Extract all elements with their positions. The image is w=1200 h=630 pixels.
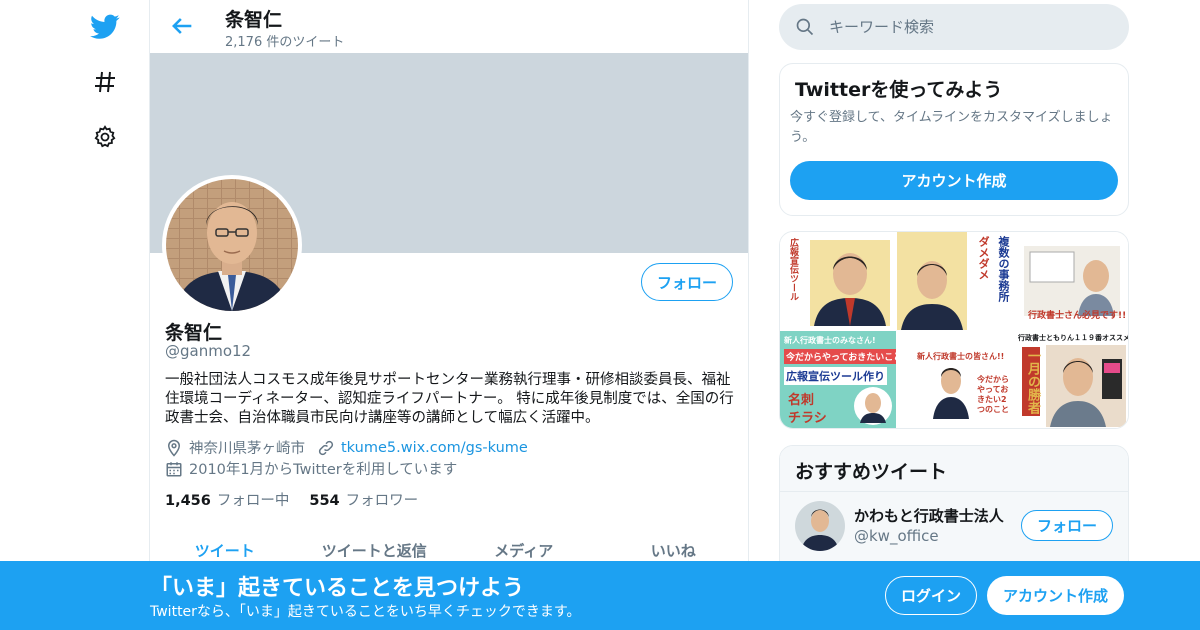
followers-count: 554 — [309, 493, 340, 509]
profile-column: 条智仁 2,176 件のツイート フォロー 条智仁 @ganmo12 一般社団法… — [149, 0, 749, 630]
recommended-header: おすすめツイート — [780, 446, 1128, 492]
recommended-account-name: かわもと行政書士法人 — [854, 507, 1004, 525]
calendar-icon — [165, 460, 183, 478]
followers-stat[interactable]: 554 フォロワー — [309, 489, 418, 510]
header-tweet-count: 2,176 件のツイート — [225, 35, 345, 50]
profile-stats: 1,456 フォロー中 554 フォロワー — [165, 489, 418, 510]
location-pin-icon — [165, 439, 183, 457]
thumbnail-caption: ダメダメ — [977, 236, 990, 280]
avatar — [795, 501, 845, 551]
media-grid-card: 広報宣伝ツール ダメダメ 複数の事務所 行政書士さん必見です!! 新人行政書士の… — [779, 231, 1129, 429]
recommended-card: おすすめツイート かわもと行政書士法人 @kw_office フォロー — [779, 445, 1129, 575]
thumbnail-caption: 今だからやっておきたい2つのこと — [977, 375, 1009, 414]
signup-card-title: Twitterを使ってみよう — [795, 79, 1003, 101]
back-arrow-icon[interactable] — [168, 12, 196, 40]
bottom-bar-subtitle: Twitterなら、「いま」起きていることをいち早くチェックできます。 — [150, 604, 581, 620]
search-box[interactable] — [779, 4, 1129, 50]
signup-card: Twitterを使ってみよう 今すぐ登録して、タイムラインをカスタマイズしましょ… — [779, 63, 1129, 216]
following-count: 1,456 — [165, 493, 211, 509]
page: 条智仁 2,176 件のツイート フォロー 条智仁 @ganmo12 一般社団法… — [0, 0, 1200, 630]
bottom-create-account-button[interactable]: アカウント作成 — [987, 576, 1124, 615]
search-icon — [795, 17, 815, 37]
profile-meta-row: 神奈川県茅ヶ崎市 tkume5.wix.com/gs-kume — [165, 437, 528, 458]
thumbnail-caption: 新人行政書士の皆さん!! — [917, 352, 1005, 361]
media-thumbnail[interactable]: 行政書士さん必見です!! — [1014, 232, 1128, 330]
profile-handle: @ganmo12 — [165, 342, 252, 360]
followers-label: フォロワー — [345, 493, 419, 509]
profile-url-link[interactable]: tkume5.wix.com/gs-kume — [341, 440, 528, 456]
media-thumbnail[interactable]: 新人行政書士のみなさん! 今だからやっておきたいこと 広報宣伝ツール作り 名刺 … — [780, 331, 896, 428]
media-thumbnail[interactable]: 新人行政書士の皆さん!! 今だからやっておきたい2つのこと — [897, 331, 1013, 428]
profile-avatar[interactable] — [162, 175, 302, 315]
thumbnail-caption: 行政書士さん必見です!! — [1028, 311, 1127, 321]
avatar-photo — [166, 179, 298, 311]
profile-joined: 2010年1月からTwitterを利用しています — [189, 462, 458, 478]
profile-name: 条智仁 — [165, 322, 223, 344]
thumbnail-caption: 複数の事務所 — [997, 236, 1010, 302]
login-button[interactable]: ログイン — [885, 576, 977, 615]
profile-location: 神奈川県茅ヶ崎市 — [189, 441, 305, 457]
thumbnail-caption: 名刺 — [788, 393, 815, 408]
bottom-signup-bar: 「いま」起きていることを見つけよう Twitterなら、「いま」起きていることを… — [0, 561, 1200, 630]
search-input[interactable] — [829, 14, 1109, 40]
follow-button[interactable]: フォロー — [641, 263, 733, 301]
thumbnail-caption: 新人行政書士のみなさん! — [784, 336, 876, 345]
thumbnail-caption: 今だからやっておきたいこと — [784, 349, 896, 364]
profile-joined-row: 2010年1月からTwitterを利用しています — [165, 458, 457, 479]
following-label: フォロー中 — [216, 493, 290, 509]
twitter-bird-icon[interactable] — [90, 12, 120, 42]
profile-header: 条智仁 2,176 件のツイート — [150, 0, 748, 53]
bottom-bar-title: 「いま」起きていることを見つけよう — [150, 576, 525, 601]
media-thumbnail[interactable]: 広報宣伝ツール — [780, 232, 896, 330]
recommended-title: おすすめツイート — [795, 461, 948, 483]
gear-icon[interactable] — [90, 122, 120, 152]
hashtag-icon[interactable] — [90, 67, 120, 97]
left-nav — [80, 0, 150, 630]
thumbnail-caption: 広報宣伝ツール作り — [784, 367, 887, 385]
recommended-follow-button[interactable]: フォロー — [1021, 510, 1113, 541]
recommended-account-handle: @kw_office — [854, 527, 939, 545]
create-account-button[interactable]: アカウント作成 — [790, 161, 1118, 200]
link-icon — [317, 439, 335, 457]
media-grid: 広報宣伝ツール ダメダメ 複数の事務所 行政書士さん必見です!! 新人行政書士の… — [780, 232, 1129, 428]
thumbnail-caption: チラシ — [788, 411, 827, 426]
thumbnail-caption: 一月の勝者 — [1022, 347, 1040, 416]
media-thumbnail[interactable]: ダメダメ 複数の事務所 — [897, 232, 1013, 330]
header-name: 条智仁 — [225, 9, 283, 31]
profile-bio: 一般社団法人コスモス成年後見サポートセンター業務執行理事・研修相談委員長、福祉住… — [165, 372, 734, 426]
thumbnail-caption: 行政書士ともりん１１９番オススメ — [1018, 334, 1129, 342]
thumbnail-caption: 広報宣伝ツール — [788, 238, 798, 301]
signup-card-description: 今すぐ登録して、タイムラインをカスタマイズしましょう。 — [790, 110, 1113, 145]
following-stat[interactable]: 1,456 フォロー中 — [165, 489, 289, 510]
media-thumbnail[interactable]: 行政書士ともりん１１９番オススメ 一月の勝者 — [1014, 331, 1129, 428]
recommended-account[interactable]: かわもと行政書士法人 @kw_office フォロー — [780, 492, 1128, 562]
